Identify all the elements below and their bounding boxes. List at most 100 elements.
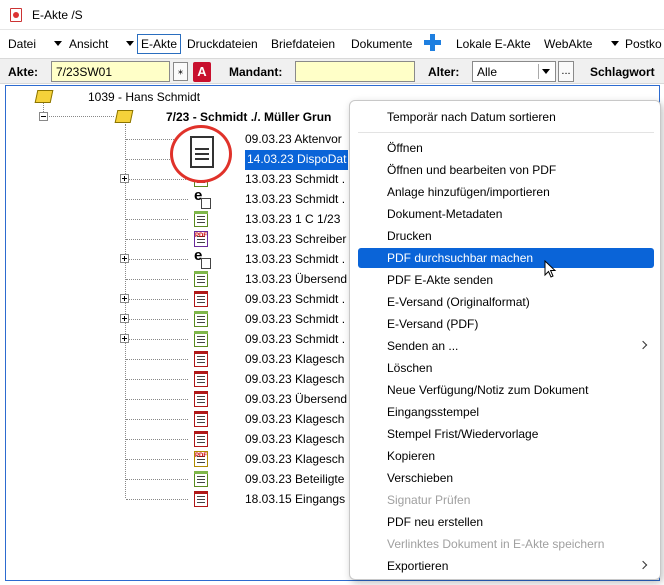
document-row-label[interactable]: 09.03.23 Beteiligte xyxy=(245,470,344,490)
tree-case-label[interactable]: 7/23 - Schmidt ./. Müller Grun xyxy=(166,108,331,128)
doc-icon[interactable] xyxy=(194,331,208,347)
menu-item-pdf-eakte-send[interactable]: PDF E-Akte senden xyxy=(358,270,654,290)
chevron-down-icon[interactable] xyxy=(126,41,134,46)
pdf-icon[interactable] xyxy=(194,451,208,467)
doc-icon[interactable] xyxy=(194,391,208,407)
menu-item-open[interactable]: Öffnen xyxy=(358,138,654,158)
expand-icon[interactable] xyxy=(120,334,129,343)
menu-item-move[interactable]: Verschieben xyxy=(358,468,654,488)
filter-bar: Akte: 7/23SW01 ⁎ A Mandant: Alter: Alle … xyxy=(0,58,664,84)
document-row-label[interactable]: 09.03.23 Klagesch xyxy=(245,350,344,370)
expand-icon[interactable] xyxy=(120,314,129,323)
document-row-label[interactable]: 09.03.23 Aktenvor xyxy=(245,130,342,150)
doc-icon[interactable] xyxy=(194,271,208,287)
email-doc-icon[interactable] xyxy=(194,187,211,209)
document-row-label[interactable]: 09.03.23 Schmidt . xyxy=(245,310,345,330)
menu-item-delete[interactable]: Löschen xyxy=(358,358,654,378)
menu-item-new-note[interactable]: Neue Verfügung/Notiz zum Dokument xyxy=(358,380,654,400)
doc-icon[interactable] xyxy=(194,431,208,447)
highlight-circle xyxy=(170,125,232,183)
tree-root-label[interactable]: 1039 - Hans Schmidt xyxy=(88,88,200,108)
tree-connector xyxy=(126,359,188,360)
expand-icon[interactable] xyxy=(120,174,129,183)
doc-icon[interactable] xyxy=(194,411,208,427)
tree-connector xyxy=(49,116,114,117)
document-row-label[interactable]: 09.03.23 Klagesch xyxy=(245,450,344,470)
document-row-label[interactable]: 18.03.15 Eingangs xyxy=(245,490,345,510)
expand-icon[interactable] xyxy=(120,254,129,263)
more-button[interactable]: ... xyxy=(558,61,574,82)
menu-item-add-attachment[interactable]: Anlage hinzufügen/importieren xyxy=(358,182,654,202)
menu-datei[interactable]: Datei xyxy=(8,37,36,51)
collapse-icon[interactable] xyxy=(39,112,48,121)
document-row-label[interactable]: 13.03.23 Schmidt . xyxy=(245,190,345,210)
add-icon[interactable] xyxy=(424,34,441,51)
chevron-down-icon[interactable] xyxy=(538,64,553,79)
folder-icon[interactable] xyxy=(34,90,54,103)
tree-connector xyxy=(126,379,188,380)
acrobat-icon[interactable]: A xyxy=(193,62,211,82)
menu-item-metadata[interactable]: Dokument-Metadaten xyxy=(358,204,654,224)
menu-druckdateien[interactable]: Druckdateien xyxy=(187,37,258,51)
chevron-down-icon[interactable] xyxy=(611,41,619,46)
mandant-input[interactable] xyxy=(295,61,415,82)
expand-icon[interactable] xyxy=(120,294,129,303)
menu-item-eversand-pdf[interactable]: E-Versand (PDF) xyxy=(358,314,654,334)
doc-icon[interactable] xyxy=(194,351,208,367)
document-row-label[interactable]: 13.03.23 Schreiber xyxy=(245,230,346,250)
menu-item-sort-by-date[interactable]: Temporär nach Datum sortieren xyxy=(358,107,654,127)
menu-item-export[interactable]: Exportieren xyxy=(358,556,654,576)
menu-item-send-to-label: Senden an ... xyxy=(387,339,459,353)
document-row-label[interactable]: 13.03.23 Schmidt . xyxy=(245,250,345,270)
menu-eakte[interactable]: E-Akte xyxy=(137,34,182,54)
menu-item-copy[interactable]: Kopieren xyxy=(358,446,654,466)
doc-icon[interactable] xyxy=(194,491,208,507)
menu-briefdateien[interactable]: Briefdateien xyxy=(271,37,335,51)
menu-lokale-eakte[interactable]: Lokale E-Akte xyxy=(456,37,531,51)
menu-item-send-to[interactable]: Senden an ... xyxy=(358,336,654,356)
menu-item-open-edit-pdf[interactable]: Öffnen und bearbeiten von PDF xyxy=(358,160,654,180)
chevron-down-icon[interactable] xyxy=(54,41,62,46)
pdf-icon[interactable] xyxy=(194,231,208,247)
menu-item-eversand-original[interactable]: E-Versand (Originalformat) xyxy=(358,292,654,312)
tree-connector xyxy=(126,459,188,460)
alter-select[interactable]: Alle xyxy=(472,61,556,82)
tree-connector xyxy=(126,259,188,260)
document-row-label[interactable]: 09.03.23 Schmidt . xyxy=(245,330,345,350)
menu-item-deadline-stamp[interactable]: Stempel Frist/Wiedervorlage xyxy=(358,424,654,444)
document-row-label[interactable]: 09.03.23 Schmidt . xyxy=(245,290,345,310)
akte-input[interactable]: 7/23SW01 xyxy=(51,61,170,82)
mouse-cursor-icon xyxy=(544,260,557,278)
menu-webakte[interactable]: WebAkte xyxy=(544,37,592,51)
tree-connector xyxy=(126,279,188,280)
document-row-label[interactable]: 13.03.23 1 C 1/23 xyxy=(245,210,340,230)
document-row-label[interactable]: 09.03.23 Klagesch xyxy=(245,410,344,430)
tree-connector xyxy=(126,479,188,480)
document-row-label[interactable]: 09.03.23 Klagesch xyxy=(245,370,344,390)
tree-connector xyxy=(126,439,188,440)
folder-icon[interactable] xyxy=(114,110,134,123)
doc-icon[interactable] xyxy=(194,211,208,227)
document-row-label[interactable]: 13.03.23 Übersend xyxy=(245,270,347,290)
doc-icon[interactable] xyxy=(194,291,208,307)
pin-icon[interactable]: ⁎ xyxy=(173,62,188,81)
chevron-right-icon xyxy=(638,340,648,350)
menu-ansicht[interactable]: Ansicht xyxy=(69,37,108,51)
menu-dokumente[interactable]: Dokumente xyxy=(351,37,412,51)
document-row-label[interactable]: 14.03.23 DispoDat xyxy=(245,150,349,170)
schlagwort-label: Schlagwort xyxy=(590,65,655,79)
doc-icon[interactable] xyxy=(194,471,208,487)
doc-icon[interactable] xyxy=(194,371,208,387)
tree-connector xyxy=(126,219,188,220)
menu-item-recreate-pdf[interactable]: PDF neu erstellen xyxy=(358,512,654,532)
menu-postkorb[interactable]: Postko xyxy=(625,37,662,51)
menu-item-pdf-searchable[interactable]: PDF durchsuchbar machen xyxy=(358,248,654,268)
menu-item-print[interactable]: Drucken xyxy=(358,226,654,246)
doc-icon[interactable] xyxy=(194,311,208,327)
menu-item-received-stamp[interactable]: Eingangsstempel xyxy=(358,402,654,422)
alter-select-value: Alle xyxy=(477,65,498,79)
document-row-label[interactable]: 09.03.23 Übersend xyxy=(245,390,347,410)
document-row-label[interactable]: 09.03.23 Klagesch xyxy=(245,430,344,450)
document-row-label[interactable]: 13.03.23 Schmidt . xyxy=(245,170,345,190)
email-doc-icon[interactable] xyxy=(194,247,211,269)
